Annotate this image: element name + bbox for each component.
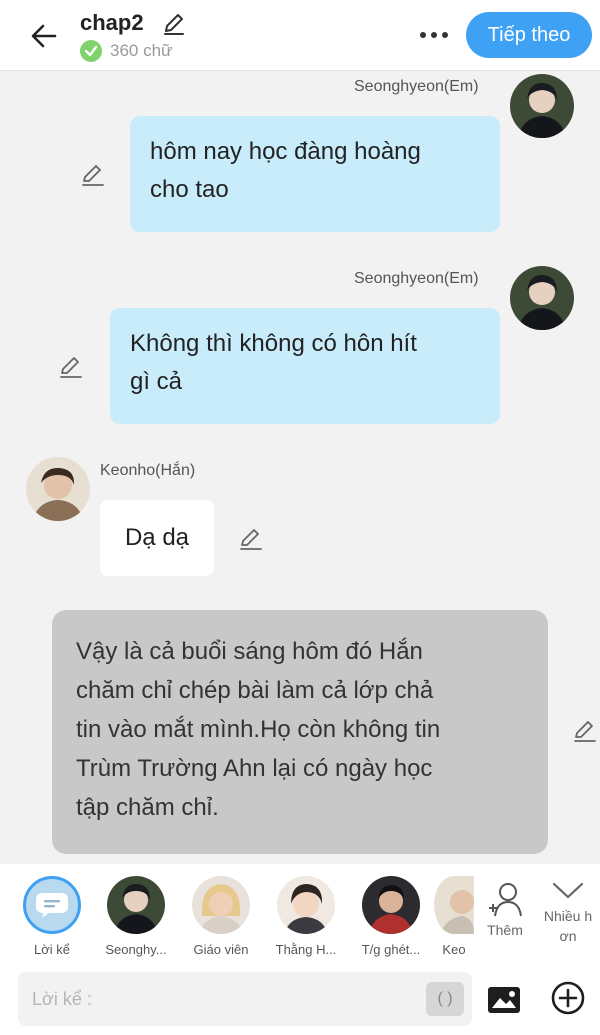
- input-bar: ( ): [0, 964, 600, 1035]
- more-options-icon[interactable]: [412, 20, 456, 50]
- narrator-icon: [23, 876, 81, 934]
- chapter-title: chap2: [80, 10, 144, 35]
- message-text: Dạ dạ: [124, 524, 190, 551]
- edit-title-icon[interactable]: [160, 10, 188, 38]
- edit-message-icon[interactable]: [80, 162, 106, 188]
- narration-line: Trùm Trường Ahn lại có ngày học: [76, 755, 433, 782]
- avatar: [192, 876, 250, 934]
- message-text: cho tao: [150, 176, 229, 203]
- edit-message-icon[interactable]: [572, 718, 598, 744]
- message-text: gì cả: [130, 368, 183, 395]
- message-bubble[interactable]: Không thì không có hôn hít gì cả: [110, 308, 500, 424]
- more-characters-button[interactable]: Nhiều h ơn: [536, 880, 600, 946]
- back-arrow-icon[interactable]: [22, 14, 66, 58]
- character-narrator[interactable]: Lời kể: [14, 876, 90, 957]
- avatar[interactable]: [510, 266, 574, 330]
- word-count-text: 360 chữ: [110, 41, 173, 60]
- narration-line: tin vào mắt mình.Họ còn không tin: [76, 716, 441, 743]
- message-input[interactable]: [18, 972, 472, 1026]
- edit-message-icon[interactable]: [238, 526, 264, 552]
- check-icon: [80, 40, 102, 62]
- character-teacher[interactable]: Giáo viên: [183, 876, 259, 957]
- avatar: [362, 876, 420, 934]
- narration-bubble[interactable]: Vậy là cả buổi sáng hôm đó Hắn chăm chỉ …: [52, 610, 548, 854]
- avatar: [434, 876, 474, 934]
- avatar[interactable]: [26, 457, 90, 521]
- image-icon[interactable]: [486, 982, 522, 1018]
- message-bubble[interactable]: Dạ dạ: [100, 500, 214, 576]
- speaker-name: Seonghyeon(Em): [354, 78, 479, 95]
- parenthesis-button[interactable]: ( ): [426, 982, 464, 1016]
- avatar[interactable]: [510, 74, 574, 138]
- character-seonghyeon[interactable]: Seonghy...: [98, 876, 174, 957]
- word-count: 360 chữ: [80, 40, 172, 62]
- add-character-button[interactable]: Thêm: [480, 880, 530, 938]
- message-bubble[interactable]: hôm nay học đàng hoàng cho tao: [130, 116, 500, 232]
- character-tg[interactable]: T/g ghét...: [353, 876, 429, 957]
- message-text: hôm nay học đàng hoàng: [150, 138, 421, 165]
- narration-line: tập chăm chỉ.: [76, 794, 219, 821]
- narration-line: Vậy là cả buổi sáng hôm đó Hắn: [76, 638, 423, 665]
- top-bar: chap2 360 chữ Tiếp theo: [0, 0, 600, 71]
- speaker-name: Keonho(Hắn): [100, 462, 196, 479]
- message-text: Không thì không có hôn hít: [130, 330, 417, 357]
- add-icon[interactable]: [550, 980, 586, 1016]
- speaker-name: Seonghyeon(Em): [354, 270, 479, 287]
- next-button[interactable]: Tiếp theo: [466, 12, 592, 58]
- edit-message-icon[interactable]: [58, 354, 84, 380]
- character-thang[interactable]: Thằng H...: [268, 876, 344, 957]
- narration-line: chăm chỉ chép bài làm cả lớp chả: [76, 677, 434, 704]
- character-keonho[interactable]: Keo: [434, 876, 474, 957]
- avatar: [277, 876, 335, 934]
- avatar: [107, 876, 165, 934]
- chevron-down-icon: [552, 882, 584, 899]
